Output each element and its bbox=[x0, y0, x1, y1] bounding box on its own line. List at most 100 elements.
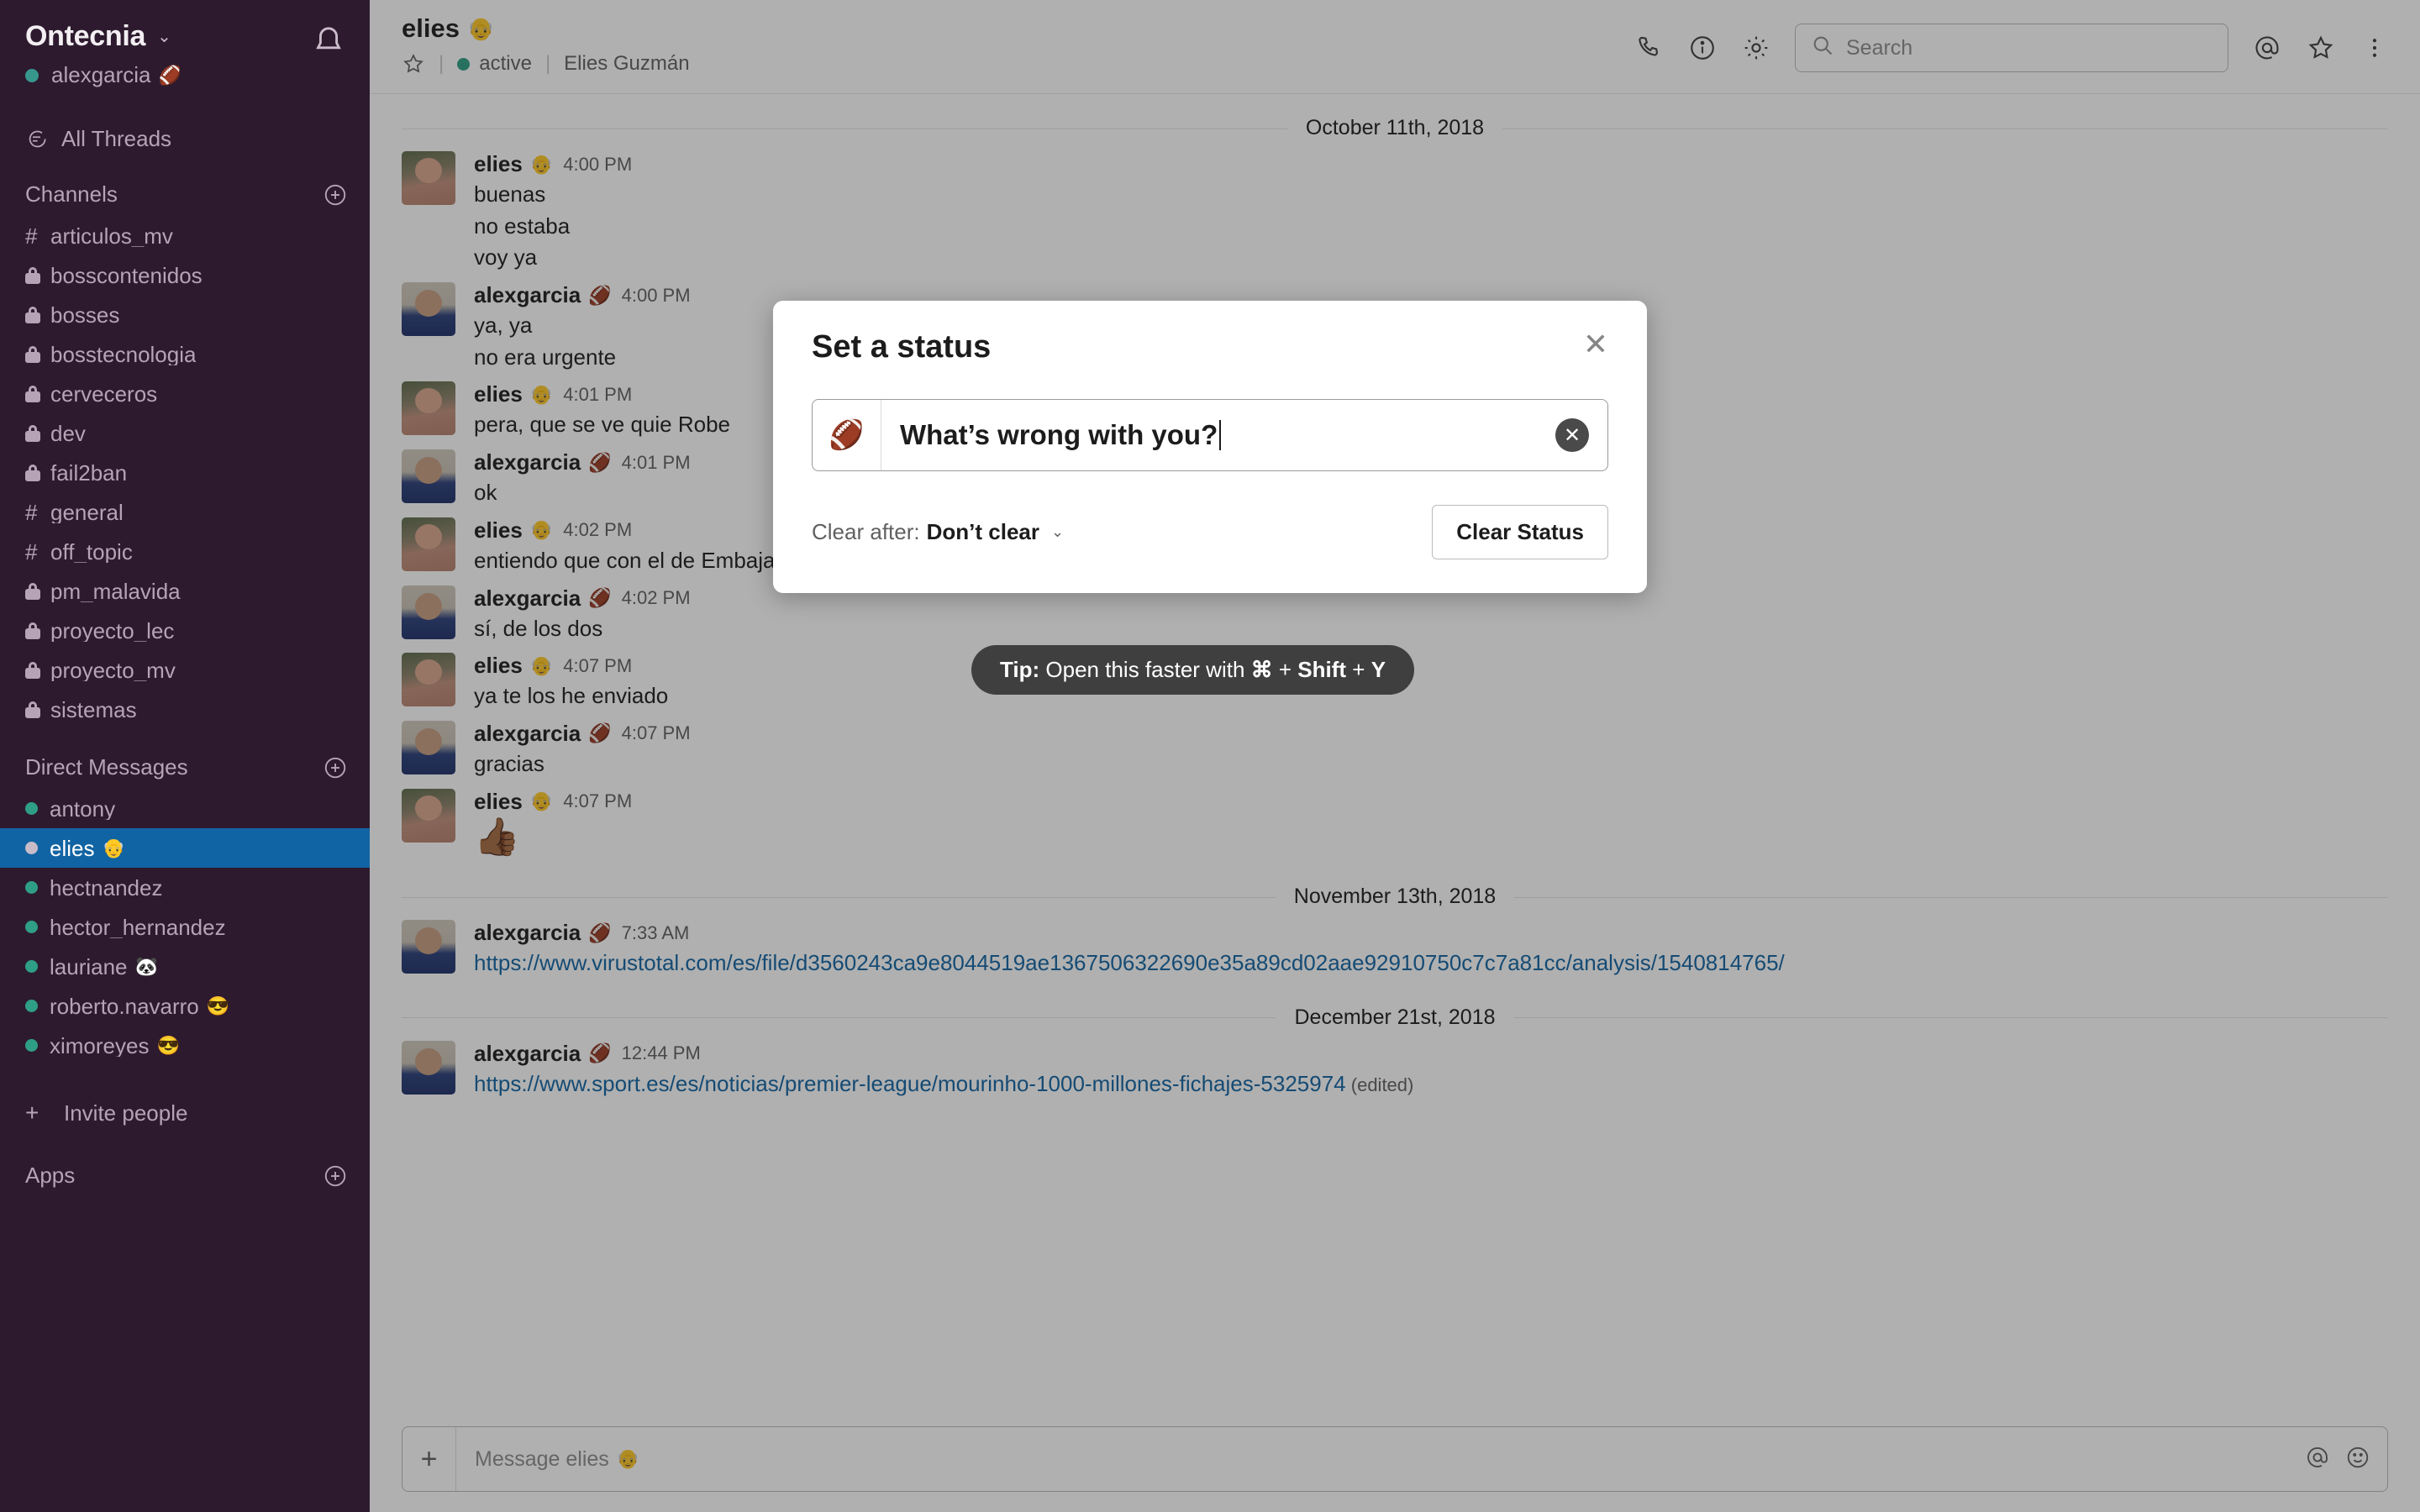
status-emoji-icon: 👴 bbox=[102, 837, 125, 858]
sidebar-item-off_topic[interactable]: # off_topic bbox=[0, 532, 370, 571]
tooltip-plus-1: + bbox=[1272, 657, 1298, 682]
sidebar-item-label: general bbox=[50, 501, 124, 523]
sidebar-item-elies[interactable]: elies 👴 bbox=[0, 828, 370, 868]
sidebar-item-label: elies bbox=[50, 837, 95, 859]
sidebar-item-label: ximoreyes bbox=[50, 1034, 150, 1057]
presence-dot-icon bbox=[25, 1000, 38, 1012]
clear-after-dropdown[interactable]: Clear after: Don’t clear ⌄ bbox=[812, 519, 1064, 545]
presence-dot-icon bbox=[25, 68, 39, 82]
clear-status-button[interactable]: Clear Status bbox=[1432, 505, 1608, 559]
sidebar-item-bosscontenidos[interactable]: bosscontenidos bbox=[0, 255, 370, 295]
sidebar: Ontecnia ⌄ alexgarcia 🏈 All Threads Chan… bbox=[0, 0, 370, 1512]
sidebar-item-label: bosscontenidos bbox=[50, 264, 203, 286]
dialog-title: Set a status bbox=[812, 329, 992, 365]
channel-list: # articulos_mv bosscontenidos bosses bosstec… bbox=[0, 216, 370, 729]
presence-dot-icon bbox=[25, 1039, 38, 1052]
workspace-header[interactable]: Ontecnia ⌄ alexgarcia 🏈 bbox=[0, 12, 370, 88]
status-emoji-icon: 😎 bbox=[156, 1034, 180, 1056]
lock-icon bbox=[25, 266, 50, 284]
status-input-wrapper[interactable]: 🏈 What’s wrong with you? ✕ bbox=[812, 399, 1608, 471]
status-emoji-icon: 🏈 bbox=[158, 64, 182, 86]
status-emoji-icon: 😎 bbox=[206, 995, 230, 1016]
sidebar-item-bosstecnologia[interactable]: bosstecnologia bbox=[0, 334, 370, 374]
chevron-down-icon: ⌄ bbox=[1050, 523, 1065, 540]
sidebar-item-label: proyecto_lec bbox=[50, 619, 175, 642]
modal-overlay[interactable] bbox=[370, 0, 2420, 1512]
presence-dot-icon bbox=[25, 960, 38, 973]
clear-after-value: Don’t clear bbox=[926, 519, 1039, 544]
tooltip-key-shift: Shift bbox=[1297, 657, 1347, 682]
dm-list: antony elies 👴 hectnandez hector_hernandezla… bbox=[0, 789, 370, 1065]
sidebar-item-hector_hernandez[interactable]: hector_hernandez bbox=[0, 907, 370, 947]
sidebar-item-fail2ban[interactable]: fail2ban bbox=[0, 453, 370, 492]
workspace-name-row[interactable]: Ontecnia ⌄ bbox=[25, 20, 309, 53]
status-text-value: What’s wrong with you? bbox=[900, 419, 1218, 450]
text-cursor bbox=[1219, 420, 1222, 450]
sidebar-item-label: dev bbox=[50, 422, 86, 444]
sidebar-item-proyecto_lec[interactable]: proyecto_lec bbox=[0, 611, 370, 650]
sidebar-item-dev[interactable]: dev bbox=[0, 413, 370, 453]
add-channel-icon[interactable] bbox=[323, 182, 348, 207]
sidebar-item-pm_malavida[interactable]: pm_malavida bbox=[0, 571, 370, 611]
sidebar-item-label: bosstecnologia bbox=[50, 343, 197, 365]
sidebar-item-antony[interactable]: antony bbox=[0, 789, 370, 828]
apps-section-header[interactable]: Apps bbox=[0, 1163, 370, 1189]
lock-icon bbox=[25, 701, 50, 718]
sidebar-item-cerveceros[interactable]: cerveceros bbox=[0, 374, 370, 413]
notifications-bell-icon[interactable] bbox=[309, 24, 348, 62]
dialog-header: Set a status ✕ bbox=[812, 329, 1608, 365]
tooltip-key-cmd: ⌘ bbox=[1250, 657, 1273, 682]
channels-header-label: Channels bbox=[25, 181, 118, 207]
lock-icon bbox=[25, 464, 50, 481]
status-emoji-picker-button[interactable]: 🏈 bbox=[813, 400, 881, 470]
sidebar-item-label: bosses bbox=[50, 303, 120, 326]
sidebar-item-label: fail2ban bbox=[50, 461, 128, 484]
apps-header-label: Apps bbox=[25, 1163, 76, 1188]
sidebar-item-articulos_mv[interactable]: # articulos_mv bbox=[0, 216, 370, 255]
channels-section-header[interactable]: Channels bbox=[0, 181, 370, 207]
tooltip-prefix: Tip: bbox=[1000, 657, 1040, 682]
status-text-input[interactable]: What’s wrong with you? bbox=[881, 419, 1555, 451]
clear-after-label: Clear after: bbox=[812, 519, 920, 544]
sidebar-item-label: pm_malavida bbox=[50, 580, 181, 602]
sidebar-item-label: sistemas bbox=[50, 698, 137, 721]
dms-header-label: Direct Messages bbox=[25, 754, 188, 780]
sidebar-item-label: hectnandez bbox=[50, 876, 163, 899]
presence-dot-icon bbox=[25, 842, 38, 854]
lock-icon bbox=[25, 385, 50, 402]
sidebar-item-invite-people[interactable]: + Invite people bbox=[0, 1095, 370, 1131]
sidebar-item-ximoreyes[interactable]: ximoreyes 😎 bbox=[0, 1026, 370, 1065]
sidebar-item-label: off_topic bbox=[50, 540, 133, 563]
sidebar-item-roberto.navarro[interactable]: roberto.navarro 😎 bbox=[0, 986, 370, 1026]
sidebar-item-label: lauriane bbox=[50, 955, 128, 978]
presence-dot-icon bbox=[25, 921, 38, 933]
sidebar-item-sistemas[interactable]: sistemas bbox=[0, 690, 370, 729]
sidebar-item-label: Invite people bbox=[64, 1100, 188, 1126]
current-user-row[interactable]: alexgarcia 🏈 bbox=[25, 62, 309, 88]
sidebar-item-label: antony bbox=[50, 797, 116, 820]
add-dm-icon[interactable] bbox=[323, 755, 348, 780]
sidebar-item-label: roberto.navarro bbox=[50, 995, 199, 1017]
presence-dot-icon bbox=[25, 881, 38, 894]
slack-window: Ontecnia ⌄ alexgarcia 🏈 All Threads Chan… bbox=[0, 0, 2420, 1512]
sidebar-item-proyecto_mv[interactable]: proyecto_mv bbox=[0, 650, 370, 690]
sidebar-item-bosses[interactable]: bosses bbox=[0, 295, 370, 334]
sidebar-item-label: hector_hernandez bbox=[50, 916, 226, 938]
close-icon[interactable]: ✕ bbox=[1583, 329, 1608, 360]
tooltip-plus-2: + bbox=[1346, 657, 1371, 682]
add-app-icon[interactable] bbox=[323, 1163, 348, 1189]
sidebar-item-hectnandez[interactable]: hectnandez bbox=[0, 868, 370, 907]
keyboard-shortcut-tooltip: Tip: Open this faster with ⌘ + Shift + Y bbox=[971, 645, 1415, 695]
dms-section-header[interactable]: Direct Messages bbox=[0, 754, 370, 780]
current-user-name: alexgarcia bbox=[51, 62, 151, 87]
sidebar-item-lauriane[interactable]: lauriane 🐼 bbox=[0, 947, 370, 986]
sidebar-item-general[interactable]: # general bbox=[0, 492, 370, 532]
hash-icon: # bbox=[25, 223, 38, 249]
sidebar-item-label: cerveceros bbox=[50, 382, 158, 405]
sidebar-item-all-threads[interactable]: All Threads bbox=[0, 122, 370, 156]
main-panel: elies 👴 | active | Elies Guzmán Search O… bbox=[370, 0, 2420, 1512]
clear-status-text-icon[interactable]: ✕ bbox=[1555, 418, 1589, 452]
workspace-name: Ontecnia bbox=[25, 20, 146, 52]
sidebar-item-label: All Threads bbox=[61, 126, 172, 151]
